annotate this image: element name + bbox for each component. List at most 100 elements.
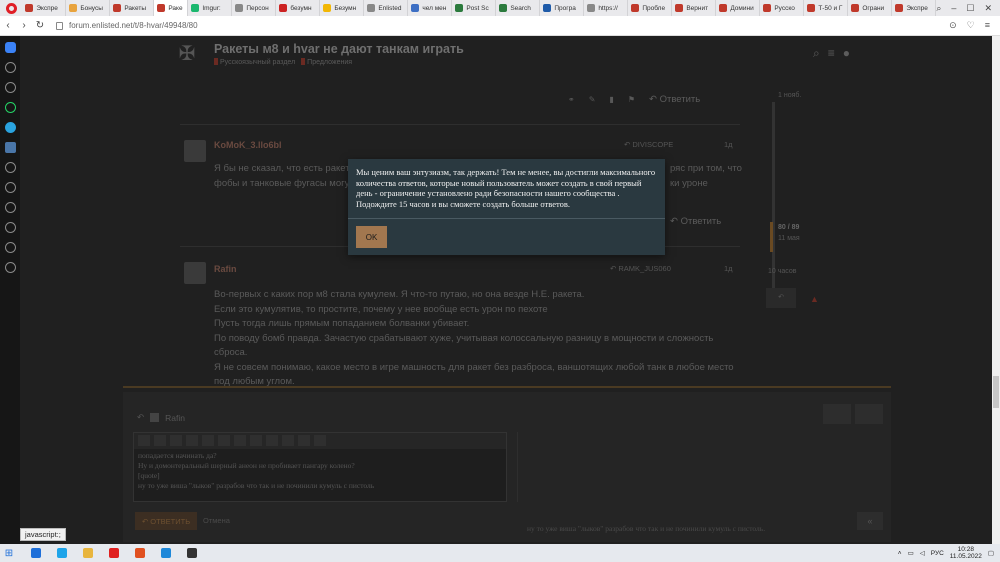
browser-tab[interactable]: Бонусы	[66, 0, 111, 16]
windows-start-icon[interactable]: ⊞	[0, 548, 18, 559]
home-icon[interactable]	[4, 42, 16, 53]
reply-button[interactable]: ↶ Ответить	[670, 216, 721, 227]
browser-tab[interactable]: Програ	[540, 0, 585, 16]
code-icon[interactable]	[218, 435, 230, 446]
editor-area[interactable]: попадается начинать да? Ну и домонтераль…	[133, 432, 507, 502]
date-icon[interactable]	[298, 435, 310, 446]
browser-tab[interactable]: Персон	[232, 0, 277, 16]
star-icon[interactable]	[4, 62, 16, 73]
bookmark-heart-icon[interactable]: ♡	[967, 20, 975, 31]
composer-grippie[interactable]	[123, 386, 891, 388]
cancel-button[interactable]: Отмена	[203, 516, 230, 525]
hamburger-icon[interactable]: ≡	[828, 46, 835, 61]
flag-icon[interactable]: ⚑	[628, 95, 635, 104]
taskbar-app-icon[interactable]	[184, 546, 200, 560]
taskbar-app-icon[interactable]	[158, 546, 174, 560]
tips-icon[interactable]	[4, 262, 16, 273]
taskbar-app-icon[interactable]	[80, 546, 96, 560]
reply-button[interactable]: ↶ Ответить	[649, 94, 700, 105]
browser-tab[interactable]: Пробле	[628, 0, 673, 16]
scrollbar-thumb[interactable]	[993, 376, 999, 408]
edit-icon[interactable]: ✎	[589, 95, 596, 104]
timeline-handle[interactable]	[770, 222, 773, 252]
vk-icon[interactable]	[4, 142, 16, 153]
back-button[interactable]: ‹	[0, 20, 16, 31]
minimize-button[interactable]: –	[951, 3, 956, 14]
opera-menu-button[interactable]	[0, 0, 22, 16]
avatar[interactable]	[184, 262, 206, 284]
speed-dial-icon[interactable]	[4, 82, 16, 93]
upload-icon[interactable]	[234, 435, 246, 446]
collapse-preview-button[interactable]: «	[857, 512, 883, 530]
search-tabs-icon[interactable]: ⌕	[936, 3, 941, 14]
heart-icon[interactable]	[4, 202, 16, 213]
network-icon[interactable]: ▭	[908, 549, 914, 557]
clock[interactable]: 10:28 11.05.2022	[950, 546, 982, 561]
enlisted-logo[interactable]: ✠	[170, 41, 204, 71]
post-date[interactable]: 1д	[724, 264, 733, 273]
browser-tab[interactable]: Т-50 и Г	[804, 0, 849, 16]
browser-tab[interactable]: Search	[496, 0, 541, 16]
volume-icon[interactable]: ◁	[920, 549, 925, 557]
minimize-composer-toggle[interactable]	[855, 404, 883, 424]
language-indicator[interactable]: РУС	[931, 550, 944, 557]
tray-chevron-icon[interactable]: ˄	[898, 550, 902, 557]
taskbar-app-icon[interactable]	[106, 546, 122, 560]
browser-tab[interactable]: Русско	[760, 0, 805, 16]
taskbar-app-icon[interactable]	[132, 546, 148, 560]
browser-tab[interactable]: Post Sc	[452, 0, 497, 16]
browser-tab[interactable]: Вернит	[672, 0, 717, 16]
page-scrollbar[interactable]	[992, 36, 1000, 544]
history-icon[interactable]	[4, 222, 16, 233]
browser-tab[interactable]: Ограни	[848, 0, 893, 16]
player-icon[interactable]	[4, 162, 16, 173]
link-icon[interactable]: ⚭	[568, 95, 575, 104]
maximize-button[interactable]: ☐	[966, 3, 974, 14]
browser-tab[interactable]: Ракеты	[110, 0, 155, 16]
fullscreen-toggle[interactable]	[823, 404, 851, 424]
browser-tab[interactable]: Enlisted	[364, 0, 409, 16]
blockquote-icon[interactable]	[202, 435, 214, 446]
taskbar-app-icon[interactable]	[28, 546, 44, 560]
post-date[interactable]: 1д	[724, 140, 733, 149]
browser-tab[interactable]: Раке	[154, 0, 189, 16]
editor-content[interactable]: попадается начинать да? Ну и домонтераль…	[134, 449, 506, 493]
telegram-icon[interactable]	[4, 122, 16, 133]
forward-button[interactable]: ›	[16, 20, 32, 31]
submit-reply-button[interactable]: ↶ ОТВЕТИТЬ	[135, 512, 197, 530]
search-icon[interactable]: ⌕	[813, 46, 820, 61]
numbered-list-icon[interactable]	[266, 435, 278, 446]
avatar[interactable]	[184, 140, 206, 162]
reload-button[interactable]: ↻	[32, 20, 48, 31]
camera-icon[interactable]: ⊙	[949, 20, 957, 31]
category-badge[interactable]: Предложения	[301, 58, 352, 66]
bullet-list-icon[interactable]	[250, 435, 262, 446]
timeline-end-label[interactable]: 10 часов	[768, 268, 796, 275]
close-window-button[interactable]: ✕	[984, 3, 992, 14]
easy-setup-icon[interactable]: ≡	[985, 20, 990, 31]
reply-to-indicator[interactable]: ↶ DIVISCOPE	[624, 140, 673, 149]
emoji-icon[interactable]	[282, 435, 294, 446]
browser-tab[interactable]: Экспре	[22, 0, 67, 16]
browser-tab[interactable]: Imgur:	[188, 0, 233, 16]
browser-tab[interactable]: Безумн	[320, 0, 365, 16]
link-icon[interactable]	[186, 435, 198, 446]
send-icon[interactable]	[4, 182, 16, 193]
url-field[interactable]: forum.enlisted.net/t/8-hvar/49948/80	[56, 21, 198, 30]
reply-to-indicator[interactable]: ↶ RAMK_JUS060	[610, 264, 671, 273]
ok-button[interactable]: OK	[356, 226, 387, 248]
gear-icon[interactable]	[314, 435, 326, 446]
topic-title[interactable]: Ракеты м8 и hvar не дают танкам играть	[214, 42, 464, 56]
category-badge[interactable]: Русскоязычный раздел	[214, 58, 295, 66]
post-author[interactable]: Rafin	[214, 264, 237, 274]
post-author[interactable]: KoMoK_3.llo6bl	[214, 140, 282, 150]
browser-tab[interactable]: https://	[584, 0, 629, 16]
timeline-start-date[interactable]: 1 нояб.	[778, 92, 801, 99]
browser-tab[interactable]: чел мен	[408, 0, 453, 16]
taskbar-app-icon[interactable]	[54, 546, 70, 560]
timeline-reply-button[interactable]: ↶	[766, 288, 796, 308]
notification-bell-icon[interactable]: ▲	[810, 294, 819, 304]
browser-tab[interactable]: Домини	[716, 0, 761, 16]
quote-icon[interactable]	[138, 435, 150, 446]
browser-tab[interactable]: безумн	[276, 0, 321, 16]
